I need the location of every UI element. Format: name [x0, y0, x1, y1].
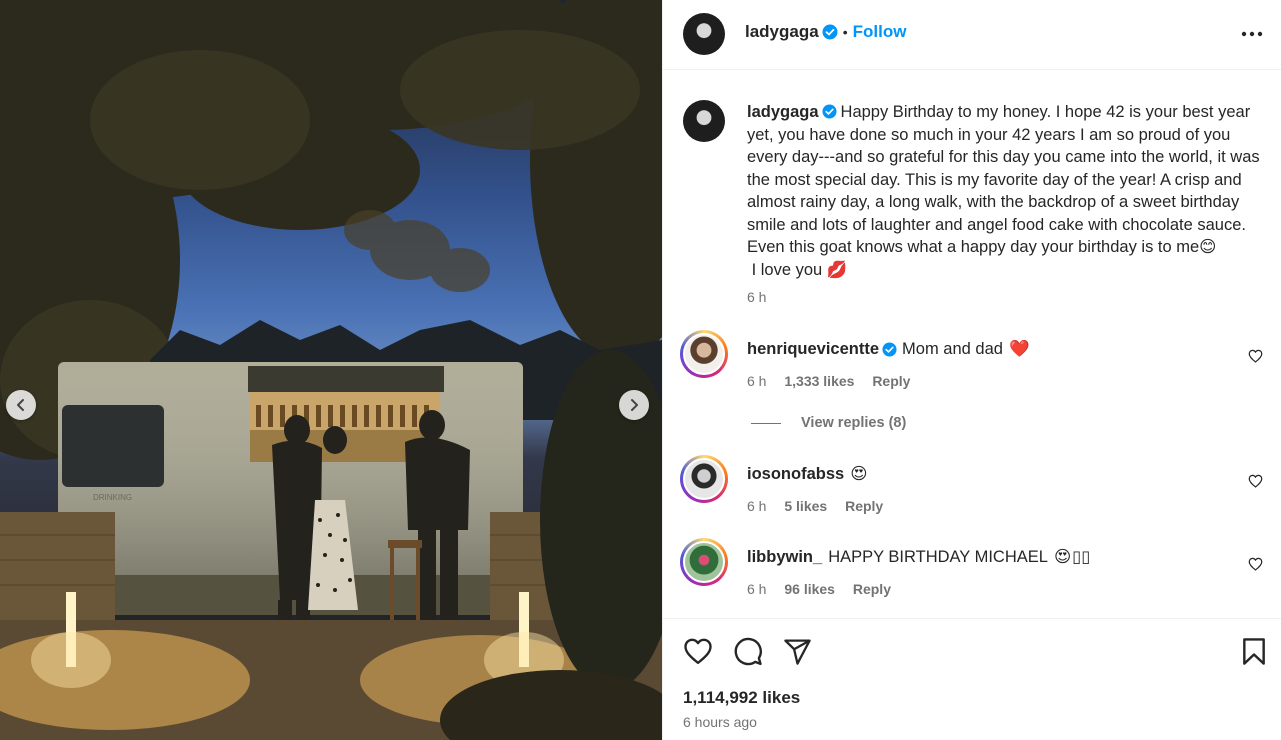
comment-item: iosonofabss 😍 6 h 5 likes Reply [680, 455, 1263, 528]
author-line: ladygaga • Follow [745, 22, 906, 42]
caption-meta: 6 h [747, 289, 780, 305]
share-icon[interactable] [783, 637, 812, 666]
post-timestamp[interactable]: 6 hours ago [683, 714, 757, 730]
reply-button[interactable]: Reply [853, 581, 891, 597]
post-details-panel: ladygaga • Follow ladygaga Happy Birthday… [662, 0, 1281, 740]
comment-like-heart-icon[interactable] [1248, 349, 1263, 363]
reply-button[interactable]: Reply [872, 373, 910, 389]
author-avatar[interactable] [683, 13, 725, 55]
likes-count[interactable]: 1,114,992 likes [683, 688, 800, 708]
caption-timestamp[interactable]: 6 h [747, 289, 766, 305]
heart-eyes-emoji: 😍 [850, 465, 868, 483]
commenter-avatar [683, 541, 725, 583]
separator-dot: • [842, 24, 848, 40]
comment-timestamp[interactable]: 6 h [747, 581, 766, 597]
follow-button[interactable]: Follow [853, 22, 907, 42]
commenter-avatar [683, 333, 725, 375]
comment-meta: 6 h 1,333 likes Reply [747, 373, 924, 389]
view-replies-button[interactable]: View replies (8) [751, 415, 906, 431]
verified-badge-icon [882, 342, 897, 357]
commenter-avatar-ring[interactable] [680, 330, 728, 378]
comment-item: libbywin_ HAPPY BIRTHDAY MICHAEL 😍 ▯▯ 6 … [680, 538, 1263, 611]
view-replies-label: View replies (8) [801, 415, 907, 431]
comment-meta: 6 h 96 likes Reply [747, 581, 905, 597]
caption-text-block: ladygaga Happy Birthday to my honey. I ho… [747, 101, 1265, 281]
truck-sign: DRINKING [93, 493, 132, 502]
comment-like-heart-icon[interactable] [1248, 474, 1263, 488]
comment-body: libbywin_ HAPPY BIRTHDAY MICHAEL 😍 ▯▯ [747, 546, 1090, 569]
comment-likes[interactable]: 96 likes [784, 581, 835, 597]
like-button-heart-icon[interactable] [683, 637, 713, 665]
comment-likes[interactable]: 5 likes [784, 498, 827, 514]
comment-body: henriquevicentte Mom and dad ❤️ [747, 338, 1030, 361]
reply-button[interactable]: Reply [845, 498, 883, 514]
post-photo[interactable]: DRINKING [0, 0, 662, 740]
comment-username[interactable]: henriquevicentte [747, 338, 879, 361]
comment-username[interactable]: iosonofabss [747, 463, 844, 486]
commenter-avatar [683, 458, 725, 500]
comment-likes[interactable]: 1,333 likes [784, 373, 854, 389]
post-caption: ladygaga Happy Birthday to my honey. I ho… [683, 100, 1263, 310]
next-photo-button[interactable] [619, 390, 649, 420]
comments-section: ladygaga Happy Birthday to my honey. I ho… [663, 71, 1281, 618]
caption-tail: I love you [747, 260, 827, 279]
comment-username[interactable]: libbywin_ [747, 546, 822, 569]
comment-body: iosonofabss 😍 [747, 463, 867, 486]
author-username[interactable]: ladygaga [745, 22, 819, 42]
comment-timestamp[interactable]: 6 h [747, 498, 766, 514]
more-options-button[interactable] [1240, 22, 1264, 46]
comment-icon[interactable] [733, 637, 763, 667]
previous-photo-button[interactable] [6, 390, 36, 420]
kiss-emoji: 💋 [826, 260, 848, 279]
chevron-left-icon [17, 399, 24, 411]
commenter-avatar-ring[interactable] [680, 538, 728, 586]
unrendered-glyphs: ▯▯ [1072, 548, 1091, 566]
post-header: ladygaga • Follow [663, 0, 1281, 70]
more-options-icon [1241, 31, 1263, 37]
comment-timestamp[interactable]: 6 h [747, 373, 766, 389]
caption-author-avatar[interactable] [683, 100, 725, 142]
photo-scene: DRINKING [0, 0, 662, 740]
red-heart-emoji: ❤️ [1008, 340, 1030, 358]
verified-badge-icon [822, 24, 838, 40]
caption-text: Happy Birthday to my honey. I hope 42 is… [747, 103, 1260, 256]
bookmark-icon[interactable] [1241, 637, 1267, 666]
replies-divider-line [751, 422, 781, 424]
commenter-avatar-ring[interactable] [680, 455, 728, 503]
caption-author-username[interactable]: ladygaga [747, 103, 819, 121]
comment-like-heart-icon[interactable] [1248, 557, 1263, 571]
chevron-right-icon [631, 399, 638, 411]
comment-item: henriquevicentte Mom and dad ❤️ 6 h 1,33… [680, 330, 1263, 443]
smile-emoji: 😊 [1199, 238, 1217, 256]
heart-eyes-emoji: 😍 [1053, 548, 1072, 566]
comment-text: HAPPY BIRTHDAY MICHAEL [828, 548, 1048, 566]
comment-text: Mom and dad [902, 340, 1003, 358]
comment-meta: 6 h 5 likes Reply [747, 498, 897, 514]
verified-badge-icon [822, 104, 837, 119]
